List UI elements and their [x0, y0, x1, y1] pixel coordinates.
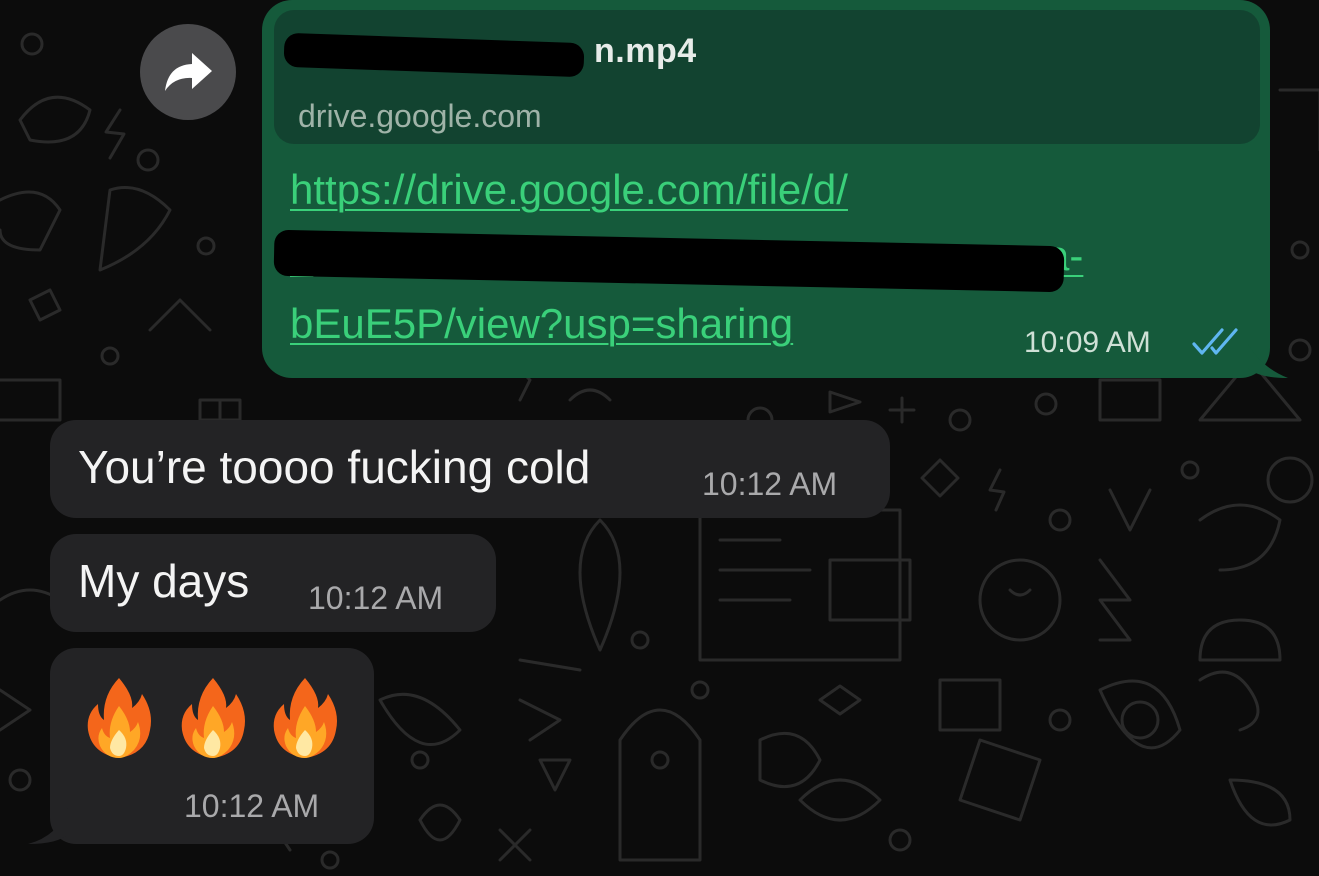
file-name: n.mp4: [594, 32, 697, 71]
forward-button[interactable]: [140, 24, 236, 120]
file-name-suffix: n.mp4: [594, 32, 697, 70]
message-text: You’re toooo fucking cold: [78, 441, 591, 493]
link-domain: drive.google.com: [298, 98, 542, 134]
message-timestamp: 10:12 AM: [702, 466, 838, 502]
shared-link-line-1[interactable]: https://drive.google.com/file/d/: [290, 166, 848, 214]
shared-link-line-3[interactable]: bEuE5P/view?usp=sharing: [290, 300, 793, 348]
redaction-mark: [283, 32, 585, 78]
chat-view: n.mp4 drive.google.com https://drive.goo…: [0, 0, 1319, 876]
message-timestamp: 10:12 AM: [308, 580, 444, 616]
fire-emoji-icon: [181, 678, 245, 758]
message-text: My days: [78, 555, 250, 607]
redaction-mark: [273, 229, 1065, 293]
fire-emoji-icon: [273, 678, 337, 758]
message-timestamp: 10:12 AM: [184, 788, 320, 824]
outgoing-bubble-tail: [1248, 344, 1288, 378]
message-timestamp: 10:09 AM: [1024, 326, 1151, 359]
link-preview-card[interactable]: n.mp4 drive.google.com: [274, 10, 1260, 144]
incoming-message-bubble[interactable]: My days 10:12 AM: [50, 534, 496, 632]
forward-arrow-icon: [165, 53, 212, 91]
read-receipt-double-check-icon: [1192, 328, 1238, 355]
incoming-message-bubble[interactable]: You’re toooo fucking cold 10:12 AM: [50, 420, 890, 518]
fire-emoji-icon: [87, 678, 151, 758]
outgoing-message-bubble[interactable]: n.mp4 drive.google.com https://drive.goo…: [262, 0, 1270, 378]
incoming-bubble-tail: [28, 808, 68, 844]
